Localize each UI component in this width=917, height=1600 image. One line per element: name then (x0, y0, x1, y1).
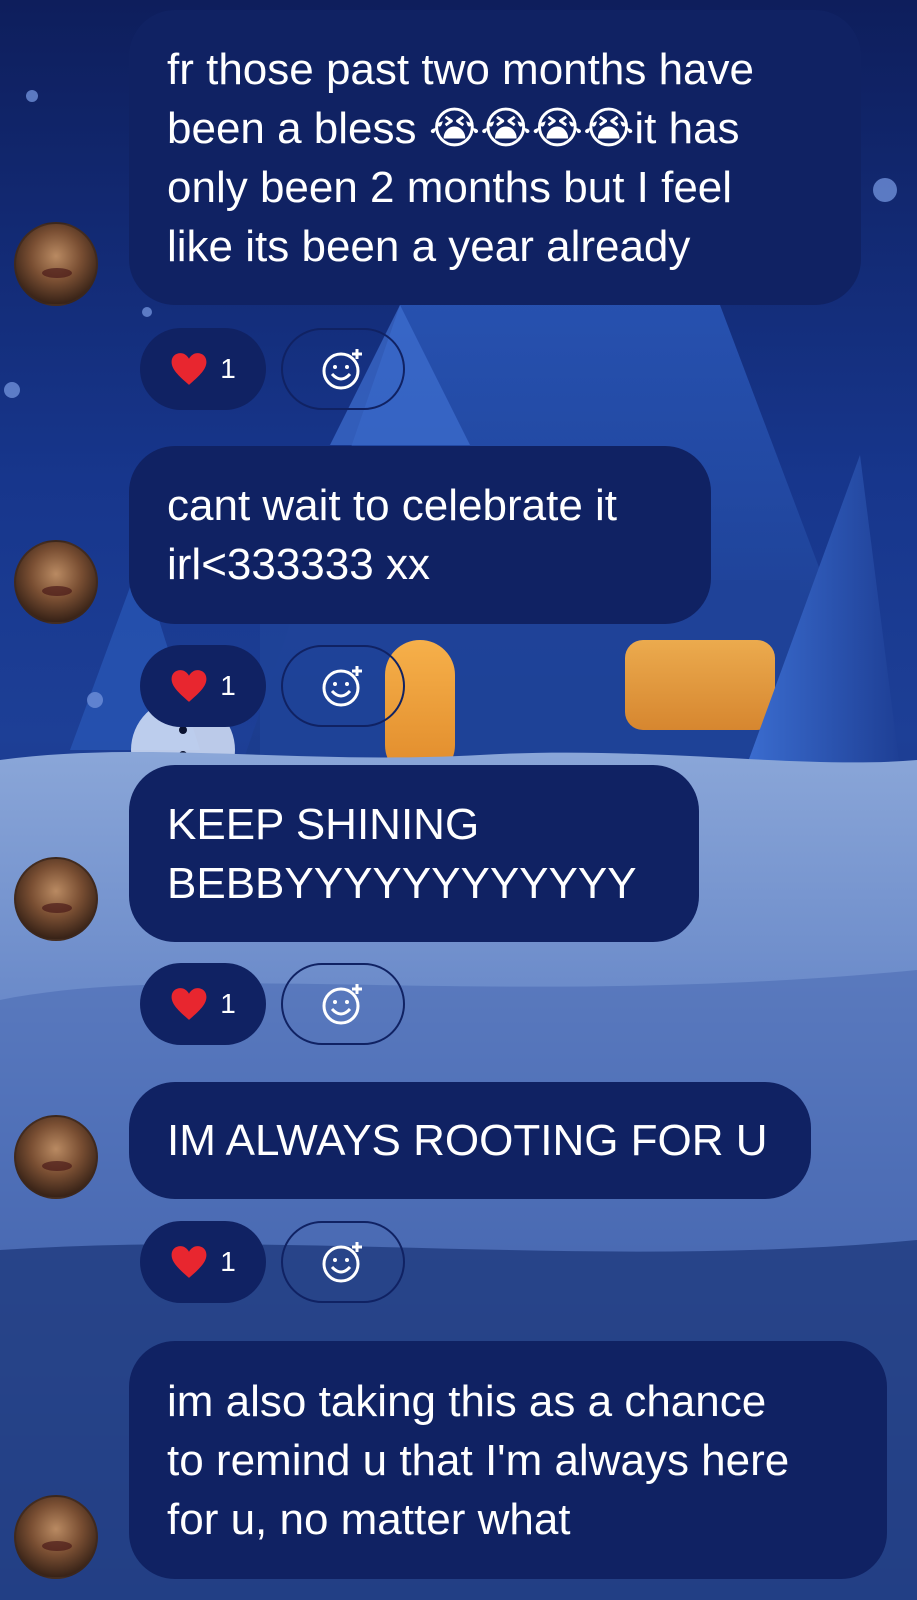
message-line: been a bless 😭😭😭😭it has (167, 103, 740, 153)
message-line: IM ALWAYS ROOTING FOR U (167, 1116, 768, 1165)
message-line: like its been a year already (167, 221, 691, 271)
heart-reaction-chip[interactable]: 1 (140, 963, 266, 1045)
message-line: im also taking this as a chance (167, 1376, 767, 1426)
message-line: only been 2 months but I feel (167, 162, 733, 212)
message-line: fr those past two months have (167, 44, 754, 94)
heart-reaction-chip[interactable]: 1 (140, 1221, 266, 1303)
reaction-count: 1 (220, 1246, 236, 1277)
sender-avatar[interactable] (14, 540, 98, 624)
reaction-count: 1 (220, 353, 236, 384)
add-reaction-smiley-icon (322, 666, 362, 707)
heart-reaction-chip[interactable]: 1 (140, 328, 266, 410)
sender-avatar[interactable] (14, 1115, 98, 1199)
sender-avatar[interactable] (14, 222, 98, 306)
reaction-count: 1 (220, 670, 236, 701)
sender-avatar[interactable] (14, 1495, 98, 1579)
message-bubble[interactable]: cant wait to celebrate it irl<333333 xx (129, 446, 711, 624)
add-reaction-smiley-icon (322, 349, 362, 390)
heart-icon (171, 353, 207, 385)
add-reaction-button[interactable] (281, 1221, 405, 1303)
add-reaction-button[interactable] (281, 328, 405, 410)
message-line: for u, no matter what (167, 1494, 571, 1544)
heart-icon (171, 988, 207, 1020)
add-reaction-smiley-icon (322, 984, 362, 1025)
reaction-count: 1 (220, 988, 236, 1019)
heart-icon (171, 1246, 207, 1278)
message-bubble[interactable]: KEEP SHINING BEBBYYYYYYYYYYYY (129, 765, 699, 942)
message-bubble[interactable]: fr those past two months have been a ble… (129, 10, 861, 305)
heart-reaction-chip[interactable]: 1 (140, 645, 266, 727)
message-line: irl<333333 xx (167, 540, 430, 589)
message-bubble[interactable]: IM ALWAYS ROOTING FOR U (129, 1082, 811, 1199)
message-line: KEEP SHINING (167, 799, 480, 849)
heart-icon (171, 670, 207, 702)
message-bubble[interactable]: im also taking this as a chance to remin… (129, 1341, 887, 1579)
message-line: to remind u that I'm always here (167, 1435, 790, 1485)
sender-avatar[interactable] (14, 857, 98, 941)
add-reaction-button[interactable] (281, 645, 405, 727)
message-line: BEBBYYYYYYYYYYYY (167, 858, 637, 908)
add-reaction-button[interactable] (281, 963, 405, 1045)
message-line: cant wait to celebrate it (167, 481, 618, 530)
add-reaction-smiley-icon (322, 1242, 362, 1283)
